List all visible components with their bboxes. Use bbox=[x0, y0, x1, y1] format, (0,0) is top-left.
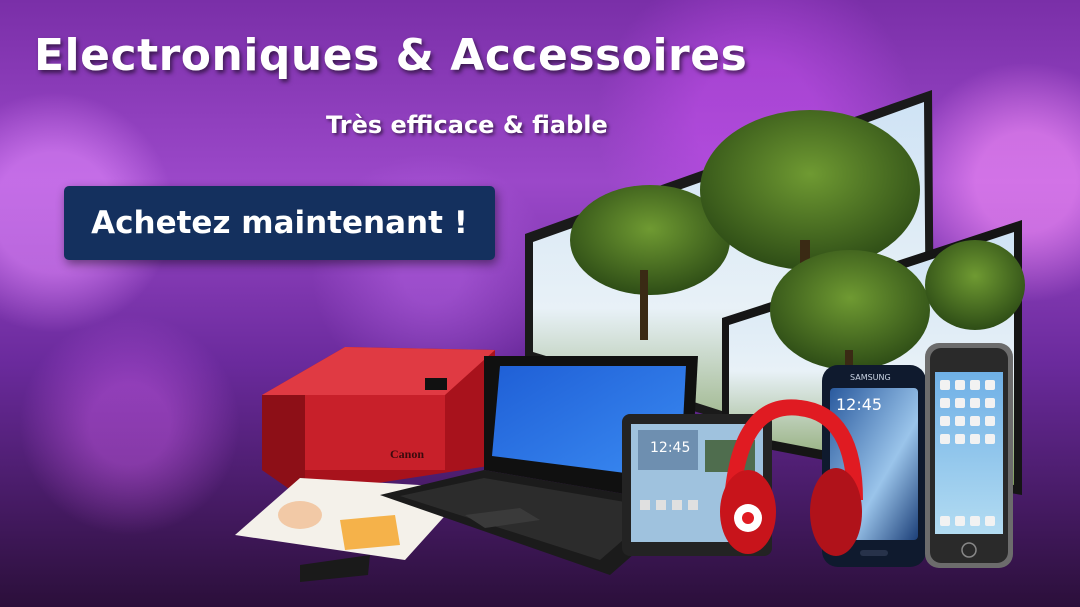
printer: Canon bbox=[235, 347, 495, 582]
iphone bbox=[925, 343, 1013, 568]
printer-brand-label: Canon bbox=[390, 447, 424, 461]
products-illustration: Canon 12:45 SAMSUNG 12:45 bbox=[235, 90, 1025, 582]
tablet-clock: 12:45 bbox=[650, 440, 690, 456]
phone-brand-label: SAMSUNG bbox=[850, 373, 891, 382]
phone-clock: 12:45 bbox=[836, 395, 882, 414]
